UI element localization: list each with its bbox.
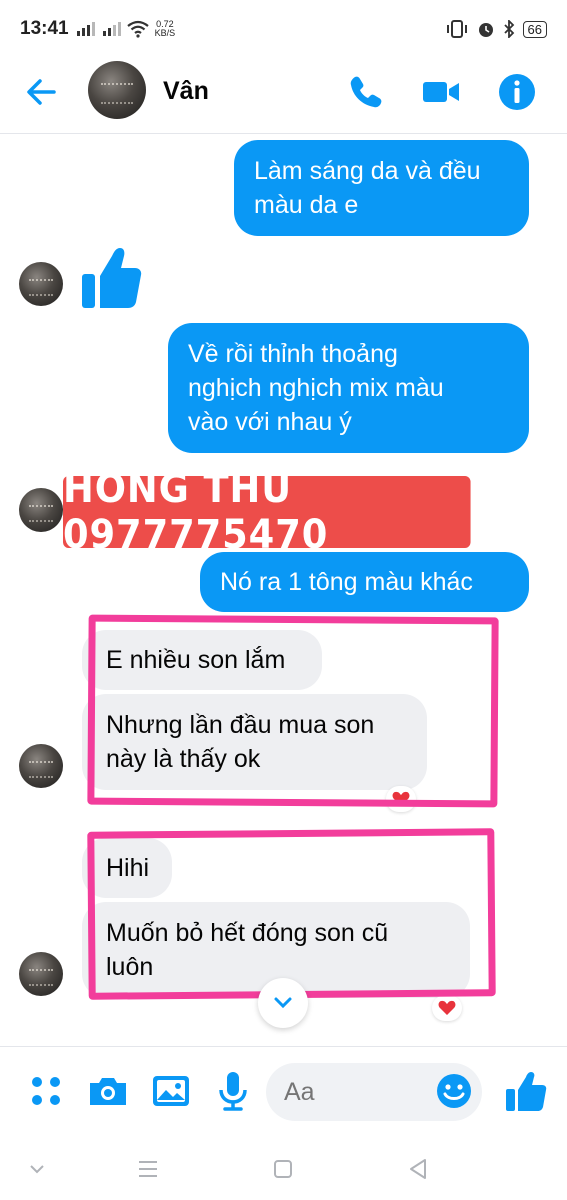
- phone-icon[interactable]: [346, 72, 386, 112]
- network-speed: 0.72 KB/S: [155, 20, 176, 38]
- sender-avatar[interactable]: [19, 744, 63, 788]
- watermark-banner: HỒNG THU 0977775470: [63, 466, 471, 558]
- alarm-icon: [478, 23, 493, 37]
- gallery-icon[interactable]: [149, 1069, 193, 1113]
- sender-avatar[interactable]: [19, 262, 63, 306]
- vibrate-icon: [446, 20, 467, 38]
- back-triangle-icon[interactable]: [403, 1154, 433, 1184]
- message-line: Về rồi thỉnh thoảng: [188, 340, 398, 368]
- camera-icon[interactable]: [86, 1069, 130, 1113]
- message-line: Làm sáng da và đều: [254, 157, 481, 185]
- status-time: 13:41: [20, 18, 69, 39]
- back-arrow-icon[interactable]: [22, 72, 62, 112]
- recent-apps-icon[interactable]: [133, 1154, 163, 1184]
- thumbs-up-icon[interactable]: [80, 244, 142, 310]
- home-icon[interactable]: [268, 1154, 298, 1184]
- status-bar: 13:41 0.72 KB/S 66: [0, 0, 567, 58]
- menu-dots-icon[interactable]: [24, 1069, 68, 1113]
- sender-avatar[interactable]: [19, 952, 63, 996]
- emoji-icon[interactable]: [432, 1069, 476, 1113]
- chevron-down-icon: [274, 997, 292, 1009]
- contact-avatar[interactable]: [88, 61, 146, 119]
- cellular-signal-2-icon: [102, 22, 121, 36]
- message-outgoing[interactable]: Nó ra 1 tông màu khác: [200, 552, 529, 612]
- highlight-box: [87, 614, 499, 808]
- video-camera-icon[interactable]: [421, 72, 461, 112]
- microphone-icon[interactable]: [211, 1069, 255, 1113]
- bluetooth-icon: [503, 20, 514, 38]
- composer-bar: [0, 1046, 567, 1136]
- chevron-down-icon[interactable]: [22, 1154, 52, 1184]
- heart-reaction-icon[interactable]: [432, 995, 462, 1021]
- conversation-header: Vân: [0, 58, 567, 134]
- thumbs-up-icon[interactable]: [503, 1069, 547, 1113]
- info-icon[interactable]: [497, 72, 537, 112]
- contact-name[interactable]: Vân: [163, 77, 209, 106]
- battery-indicator: 66: [522, 20, 547, 38]
- cellular-signal-icon: [76, 22, 95, 36]
- message-line: Nó ra 1 tông màu khác: [220, 568, 473, 596]
- message-outgoing[interactable]: Về rồi thỉnh thoảng nghịch nghịch mix mà…: [168, 323, 529, 453]
- message-outgoing[interactable]: Làm sáng da và đều màu da e: [234, 140, 529, 236]
- message-line: màu da e: [254, 191, 359, 219]
- message-line: vào với nhau ý: [188, 408, 352, 436]
- system-navigation-bar: [0, 1140, 567, 1200]
- wifi-icon: [126, 20, 149, 38]
- message-line: nghịch nghịch mix màu: [188, 374, 444, 402]
- network-speed-unit: KB/S: [154, 28, 176, 38]
- sender-avatar[interactable]: [19, 488, 63, 532]
- highlight-box: [87, 828, 496, 1000]
- scroll-down-button[interactable]: [258, 978, 308, 1028]
